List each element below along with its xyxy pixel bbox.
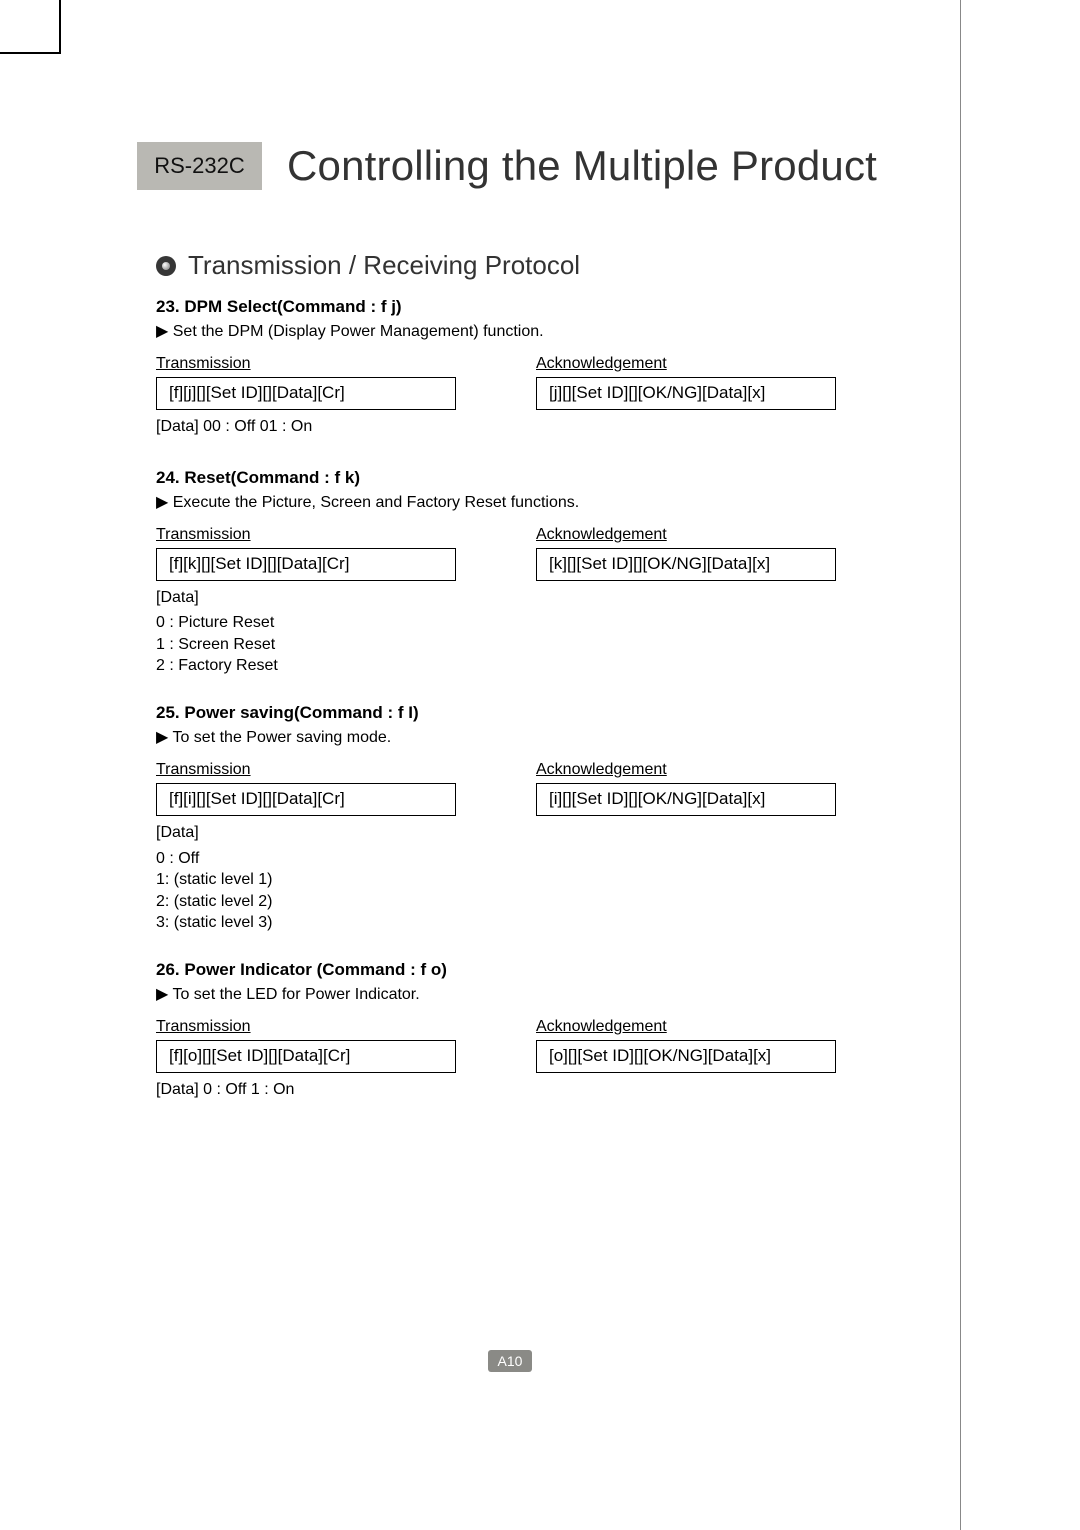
command-block: 23. DPM Select(Command : f j) ▶ Set the …	[156, 297, 960, 442]
page-number-wrap: A10	[60, 1350, 960, 1372]
transmission-label: Transmission	[156, 761, 456, 779]
acknowledgement-box: [k][][Set ID][][OK/NG][Data][x]	[536, 548, 836, 581]
acknowledgement-label: Acknowledgement	[536, 1018, 836, 1036]
acknowledgement-label: Acknowledgement	[536, 761, 836, 779]
transmission-box: [f][j][][Set ID][][Data][Cr]	[156, 377, 456, 410]
command-title: 26. Power Indicator (Command : f o)	[156, 960, 960, 980]
section-heading: Transmission / Receiving Protocol	[156, 250, 960, 281]
acknowledgement-col: Acknowledgement [i][][Set ID][][OK/NG][D…	[536, 761, 836, 934]
command-block: 25. Power saving(Command : f I) ▶ To set…	[156, 703, 960, 934]
transmission-box: [f][i][][Set ID][][Data][Cr]	[156, 783, 456, 816]
data-note: [Data] 0 : Off 1 : On	[156, 1079, 456, 1101]
data-note: [Data] 00 : Off 01 : On	[156, 416, 456, 438]
transmission-box: [f][o][][Set ID][][Data][Cr]	[156, 1040, 456, 1073]
acknowledgement-box: [j][][Set ID][][OK/NG][Data][x]	[536, 377, 836, 410]
crop-mark-h	[0, 52, 60, 54]
acknowledgement-col: Acknowledgement [k][][Set ID][][OK/NG][D…	[536, 526, 836, 677]
command-desc: ▶ To set the LED for Power Indicator.	[156, 984, 960, 1004]
page-title: Controlling the Multiple Product	[262, 142, 877, 190]
page: RS-232C Controlling the Multiple Product…	[60, 52, 960, 1472]
transmission-label: Transmission	[156, 355, 456, 373]
acknowledgement-label: Acknowledgement	[536, 526, 836, 544]
command-block: 26. Power Indicator (Command : f o) ▶ To…	[156, 960, 960, 1105]
command-title: 23. DPM Select(Command : f j)	[156, 297, 960, 317]
acknowledgement-col: Acknowledgement [j][][Set ID][][OK/NG][D…	[536, 355, 836, 442]
command-desc: ▶ Set the DPM (Display Power Management)…	[156, 321, 960, 341]
transmission-col: Transmission [f][o][][Set ID][][Data][Cr…	[156, 1018, 456, 1105]
commands: 23. DPM Select(Command : f j) ▶ Set the …	[156, 297, 960, 1105]
acknowledgement-box: [i][][Set ID][][OK/NG][Data][x]	[536, 783, 836, 816]
command-title: 25. Power saving(Command : f I)	[156, 703, 960, 723]
transmission-box: [f][k][][Set ID][][Data][Cr]	[156, 548, 456, 581]
data-lines: 0 : Picture Reset 1 : Screen Reset 2 : F…	[156, 612, 456, 677]
acknowledgement-box: [o][][Set ID][][OK/NG][Data][x]	[536, 1040, 836, 1073]
command-title: 24. Reset(Command : f k)	[156, 468, 960, 488]
page-number: A10	[488, 1350, 533, 1372]
page-right-edge	[960, 0, 961, 1530]
command-desc: ▶ Execute the Picture, Screen and Factor…	[156, 492, 960, 512]
crop-mark-v	[59, 0, 61, 54]
transmission-col: Transmission [f][j][][Set ID][][Data][Cr…	[156, 355, 456, 442]
section-heading-text: Transmission / Receiving Protocol	[188, 250, 580, 281]
data-note: [Data]	[156, 822, 456, 844]
command-block: 24. Reset(Command : f k) ▶ Execute the P…	[156, 468, 960, 677]
data-note: [Data]	[156, 587, 456, 609]
header-badge: RS-232C	[137, 142, 262, 190]
transmission-col: Transmission [f][k][][Set ID][][Data][Cr…	[156, 526, 456, 677]
bullet-icon	[156, 256, 176, 276]
header-row: RS-232C Controlling the Multiple Product	[137, 142, 960, 190]
acknowledgement-label: Acknowledgement	[536, 355, 836, 373]
transmission-label: Transmission	[156, 526, 456, 544]
transmission-label: Transmission	[156, 1018, 456, 1036]
transmission-col: Transmission [f][i][][Set ID][][Data][Cr…	[156, 761, 456, 934]
data-lines: 0 : Off 1: (static level 1) 2: (static l…	[156, 848, 456, 934]
command-desc: ▶ To set the Power saving mode.	[156, 727, 960, 747]
acknowledgement-col: Acknowledgement [o][][Set ID][][OK/NG][D…	[536, 1018, 836, 1105]
